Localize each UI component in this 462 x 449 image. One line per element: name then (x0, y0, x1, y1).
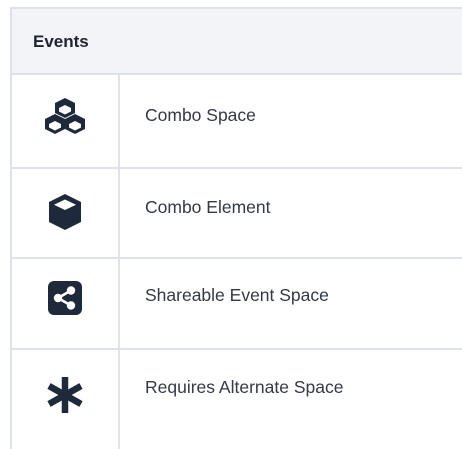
table-row: Shareable Event Space (10, 259, 462, 350)
table-row: Combo Space (10, 75, 462, 169)
row-label: Shareable Event Space (145, 285, 329, 305)
row-label: Combo Space (145, 105, 256, 125)
events-legend-table: Events Combo Space Combo Element Shareab… (0, 0, 462, 449)
icon-cell (12, 350, 120, 449)
share-square-icon (48, 281, 82, 315)
table-row: Combo Element (10, 169, 462, 259)
row-label: Combo Element (145, 197, 271, 217)
row-label: Requires Alternate Space (145, 377, 344, 397)
table-header: Events (10, 7, 462, 75)
table-row: Requires Alternate Space (10, 350, 462, 449)
cubes-icon (45, 98, 85, 134)
icon-cell (12, 169, 120, 257)
header-title: Events (33, 32, 89, 51)
icon-cell (12, 75, 120, 167)
cube-icon (49, 194, 81, 230)
icon-cell (12, 259, 120, 348)
asterisk-icon (47, 377, 83, 413)
